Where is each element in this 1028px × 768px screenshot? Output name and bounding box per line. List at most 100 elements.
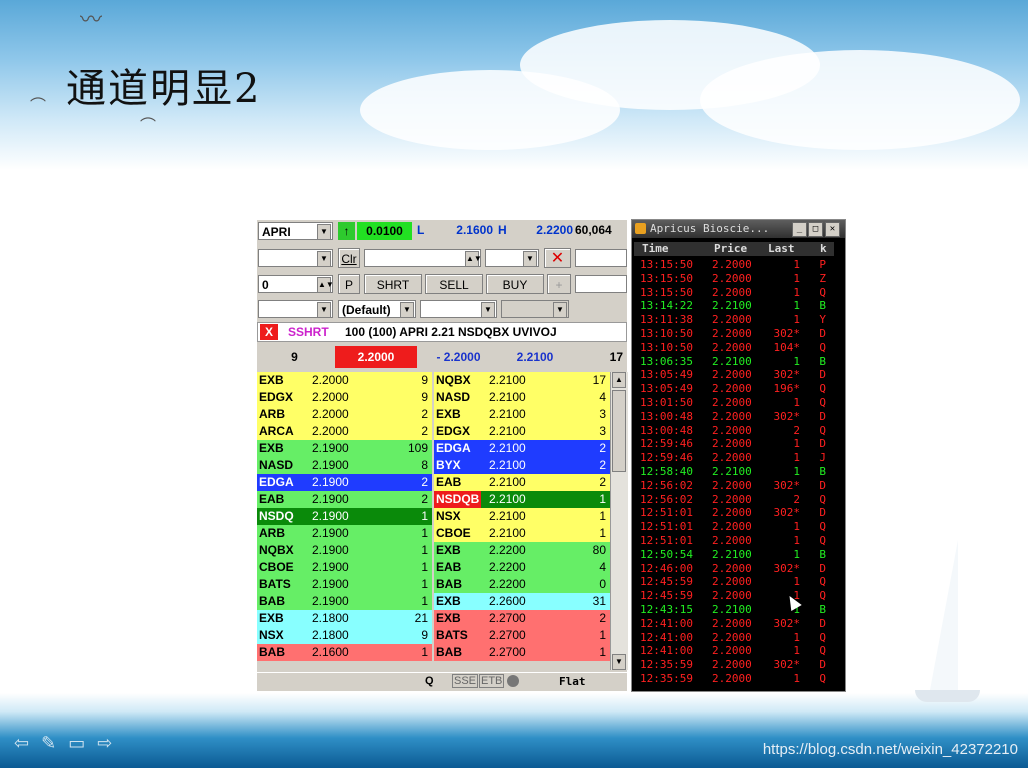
ask-row[interactable]: EXB 2.2100 3 <box>434 406 610 423</box>
bid-row[interactable]: NSDQ 2.1900 1 <box>257 508 432 525</box>
trade-row[interactable]: 12:46:00 2.2000 302* D <box>634 562 834 576</box>
scroll-up-icon[interactable]: ▲ <box>612 372 626 388</box>
trade-row[interactable]: 12:45:59 2.2000 1 Q <box>634 589 834 603</box>
spinner-icon[interactable]: ▲▼ <box>465 251 482 267</box>
trade-row[interactable]: 12:43:15 2.2100 1 B <box>634 603 834 617</box>
ask-row[interactable]: EDGA 2.2100 2 <box>434 440 610 457</box>
trade-row[interactable]: 13:14:22 2.2100 1 B <box>634 299 834 313</box>
ask-row[interactable]: BYX 2.2100 2 <box>434 457 610 474</box>
screen-icon[interactable]: ▭ <box>68 733 97 754</box>
bid-row[interactable]: EXB 2.1800 21 <box>257 610 432 627</box>
trade-row[interactable]: 13:15:50 2.2000 1 Q <box>634 286 834 300</box>
short-button[interactable]: SHRT <box>364 274 422 294</box>
trade-row[interactable]: 12:51:01 2.2000 302* D <box>634 506 834 520</box>
bid-row[interactable]: BAB 2.1900 1 <box>257 593 432 610</box>
ask-row[interactable]: NSX 2.2100 1 <box>434 508 610 525</box>
sell-button[interactable]: SELL <box>425 274 483 294</box>
slide-nav[interactable]: ⇦✎▭⇨ <box>14 733 124 754</box>
trade-row[interactable]: 12:59:46 2.2000 1 D <box>634 437 834 451</box>
trade-row[interactable]: 13:01:50 2.2000 1 Q <box>634 396 834 410</box>
ask-row[interactable]: CBOE 2.2100 1 <box>434 525 610 542</box>
bid-row[interactable]: EXB 2.1900 109 <box>257 440 432 457</box>
bid-row[interactable]: EDGA 2.1900 2 <box>257 474 432 491</box>
trade-row[interactable]: 13:05:49 2.2000 196* Q <box>634 382 834 396</box>
spinner-icon[interactable]: ▲▼ <box>317 277 334 293</box>
bid-row[interactable]: BAB 2.1600 1 <box>257 644 432 661</box>
bid-row[interactable]: NSX 2.1800 9 <box>257 627 432 644</box>
trade-row[interactable]: 12:41:00 2.2000 302* D <box>634 617 834 631</box>
symbol-field[interactable]: APRI ▼ <box>258 222 333 240</box>
bid-row[interactable]: NASD 2.1900 8 <box>257 457 432 474</box>
trade-row[interactable]: 12:41:00 2.2000 1 Q <box>634 644 834 658</box>
price-stepper[interactable]: ▲▼ <box>364 249 482 267</box>
ask-row[interactable]: EXB 2.2700 2 <box>434 610 610 627</box>
ask-row[interactable]: EXB 2.2600 31 <box>434 593 610 610</box>
ask-row[interactable]: NQBX 2.2100 17 <box>434 372 610 389</box>
chevron-down-icon[interactable]: ▼ <box>481 302 495 318</box>
ask-row[interactable]: BATS 2.2700 1 <box>434 627 610 644</box>
trade-row[interactable]: 13:10:50 2.2000 104* Q <box>634 341 834 355</box>
trade-row[interactable]: 13:15:50 2.2000 1 Z <box>634 272 834 286</box>
default-select[interactable]: (Default) ▼ <box>338 300 416 318</box>
buy-button[interactable]: BUY <box>486 274 544 294</box>
trade-row[interactable]: 12:56:02 2.2000 2 Q <box>634 493 834 507</box>
trade-row[interactable]: 12:35:59 2.2000 302* D <box>634 658 834 672</box>
tif-select[interactable]: ▼ <box>485 249 539 267</box>
time-sales-titlebar[interactable]: Apricus Bioscie... _ □ ✕ <box>632 220 845 238</box>
bid-row[interactable]: BATS 2.1900 1 <box>257 576 432 593</box>
p-button[interactable]: P <box>338 274 360 294</box>
arrow-left-icon[interactable]: ⇦ <box>14 733 41 754</box>
extra-field-2[interactable] <box>575 275 627 293</box>
chevron-down-icon[interactable]: ▼ <box>553 302 567 318</box>
book-scrollbar[interactable]: ▲ ▼ <box>610 372 628 670</box>
chevron-down-icon[interactable]: ▼ <box>317 224 331 240</box>
bid-row[interactable]: ARCA 2.2000 2 <box>257 423 432 440</box>
chevron-down-icon[interactable]: ▼ <box>317 251 331 267</box>
disabled-select[interactable]: ▼ <box>501 300 569 318</box>
bid-row[interactable]: NQBX 2.1900 1 <box>257 542 432 559</box>
bid-row[interactable]: EDGX 2.2000 9 <box>257 389 432 406</box>
trade-row[interactable]: 13:11:38 2.2000 1 Y <box>634 313 834 327</box>
scroll-thumb[interactable] <box>612 390 626 472</box>
plus-button[interactable]: + <box>547 274 571 294</box>
ask-row[interactable]: BAB 2.2700 1 <box>434 644 610 661</box>
trade-row[interactable]: 13:15:50 2.2000 1 P <box>634 258 834 272</box>
pen-icon[interactable]: ✎ <box>41 733 68 754</box>
trade-row[interactable]: 13:00:48 2.2000 302* D <box>634 410 834 424</box>
trade-row[interactable]: 12:45:59 2.2000 1 Q <box>634 575 834 589</box>
cancel-button[interactable]: ✕ <box>544 248 571 268</box>
option-select[interactable]: ▼ <box>420 300 497 318</box>
chevron-down-icon[interactable]: ▼ <box>523 251 537 267</box>
extra-field[interactable] <box>575 249 627 267</box>
scroll-down-icon[interactable]: ▼ <box>612 654 626 670</box>
clear-button[interactable]: Clr <box>338 248 360 268</box>
time-sales-list[interactable]: 13:15:50 2.2000 1 P 13:15:50 2.2000 1 Z 13:15:50… <box>634 258 834 688</box>
trade-row[interactable]: 12:59:46 2.2000 1 J <box>634 451 834 465</box>
ask-row[interactable]: EDGX 2.2100 3 <box>434 423 610 440</box>
trade-row[interactable]: 12:51:01 2.2000 1 Q <box>634 520 834 534</box>
trade-row[interactable]: 13:10:50 2.2000 302* D <box>634 327 834 341</box>
order-cancel-x[interactable]: X <box>260 324 278 340</box>
maximize-icon[interactable]: □ <box>808 222 823 237</box>
arrow-right-icon[interactable]: ⇨ <box>97 733 124 754</box>
account-select[interactable]: ▼ <box>258 300 333 318</box>
bid-row[interactable]: EXB 2.2000 9 <box>257 372 432 389</box>
ask-row[interactable]: EAB 2.2200 4 <box>434 559 610 576</box>
order-row[interactable]: X SSHRT 100 (100) APRI 2.21 NSDQBX UVIVO… <box>257 322 627 342</box>
ask-row[interactable]: NSDQB 2.2100 1 <box>434 491 610 508</box>
trade-row[interactable]: 12:51:01 2.2000 1 Q <box>634 534 834 548</box>
ask-row[interactable]: NASD 2.2100 4 <box>434 389 610 406</box>
trade-row[interactable]: 13:05:49 2.2000 302* D <box>634 368 834 382</box>
trade-row[interactable]: 12:35:59 2.2000 1 Q <box>634 672 834 686</box>
trade-row[interactable]: 13:06:35 2.2100 1 B <box>634 355 834 369</box>
trade-row[interactable]: 12:50:54 2.2100 1 B <box>634 548 834 562</box>
trade-row[interactable]: 12:56:02 2.2000 302* D <box>634 479 834 493</box>
route-select[interactable]: ▼ <box>258 249 333 267</box>
trade-row[interactable]: 12:58:40 2.2100 1 B <box>634 465 834 479</box>
quantity-stepper[interactable]: 0 ▲▼ <box>258 275 334 293</box>
bid-row[interactable]: CBOE 2.1900 1 <box>257 559 432 576</box>
trade-row[interactable]: 13:00:48 2.2000 2 Q <box>634 424 834 438</box>
ask-row[interactable]: EAB 2.2100 2 <box>434 474 610 491</box>
minimize-icon[interactable]: _ <box>792 222 807 237</box>
chevron-down-icon[interactable]: ▼ <box>400 302 414 318</box>
